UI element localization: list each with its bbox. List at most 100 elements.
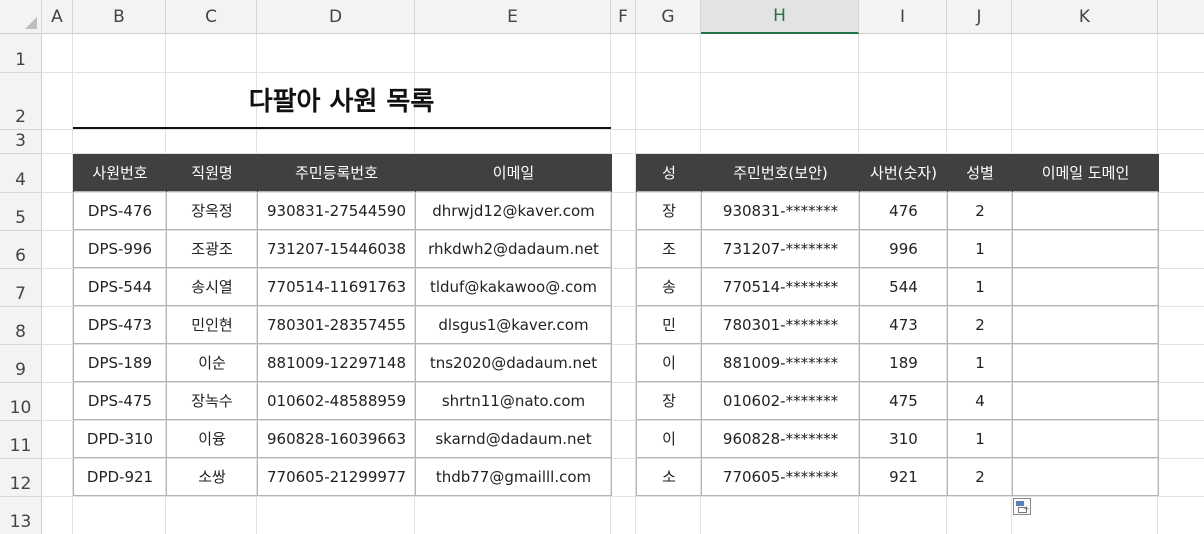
row-header-3[interactable]: 3 [0, 130, 42, 154]
cell-resident-number[interactable]: 770605-21299977 [257, 457, 416, 496]
cell-resident-number[interactable]: 960828-16039663 [257, 419, 416, 458]
cell-email[interactable]: skarnd@dadaum.net [415, 419, 612, 458]
cell-employee-name[interactable]: 민인현 [166, 305, 258, 344]
cell-surname[interactable]: 이 [636, 343, 702, 382]
cell-surname[interactable]: 조 [636, 229, 702, 268]
cell-employee-id[interactable]: DPS-189 [73, 343, 167, 382]
header-employee-number[interactable]: 사번(숫자) [859, 154, 948, 192]
cell-resident-number[interactable]: 930831-27544590 [257, 191, 416, 230]
row-header-4[interactable]: 4 [0, 154, 42, 193]
cell-masked-resident-number[interactable]: 881009-******* [701, 343, 860, 382]
cell-surname[interactable]: 장 [636, 381, 702, 420]
row-header-1[interactable]: 1 [0, 34, 42, 73]
cell-masked-resident-number[interactable]: 770605-******* [701, 457, 860, 496]
row-header-2[interactable]: 2 [0, 73, 42, 130]
cell-resident-number[interactable]: 731207-15446038 [257, 229, 416, 268]
cell-email-domain[interactable] [1012, 419, 1159, 458]
cell-employee-id[interactable]: DPD-310 [73, 419, 167, 458]
cell-gender[interactable]: 4 [947, 381, 1013, 420]
column-header-i[interactable]: I [859, 0, 947, 34]
column-header-c[interactable]: C [166, 0, 257, 34]
cell-surname[interactable]: 소 [636, 457, 702, 496]
cell-email[interactable]: tns2020@dadaum.net [415, 343, 612, 382]
header-email[interactable]: 이메일 [415, 154, 612, 192]
row-header-7[interactable]: 7 [0, 269, 42, 307]
row-header-6[interactable]: 6 [0, 231, 42, 269]
column-header-l[interactable] [1158, 0, 1204, 34]
cell-email[interactable]: dhrwjd12@kaver.com [415, 191, 612, 230]
column-header-k[interactable]: K [1012, 0, 1158, 34]
cell-employee-name[interactable]: 송시열 [166, 267, 258, 306]
cell-gender[interactable]: 2 [947, 191, 1013, 230]
cell-employee-number[interactable]: 544 [859, 267, 948, 306]
header-resident-number[interactable]: 주민등록번호 [257, 154, 416, 192]
cell-gender[interactable]: 1 [947, 343, 1013, 382]
cell-email-domain[interactable] [1012, 305, 1159, 344]
column-header-b[interactable]: B [73, 0, 166, 34]
row-header-5[interactable]: 5 [0, 193, 42, 231]
cell-employee-name[interactable]: 이순 [166, 343, 258, 382]
column-header-e[interactable]: E [415, 0, 611, 34]
sheet-title[interactable]: 다팔아 사원 목록 [73, 72, 610, 127]
cell-email[interactable]: thdb77@gmailll.com [415, 457, 612, 496]
header-email-domain[interactable]: 이메일 도메인 [1012, 154, 1159, 192]
cell-email-domain[interactable] [1012, 457, 1159, 496]
row-header-10[interactable]: 10 [0, 383, 42, 421]
cell-gender[interactable]: 1 [947, 267, 1013, 306]
cell-employee-id[interactable]: DPS-476 [73, 191, 167, 230]
cell-employee-name[interactable]: 장옥정 [166, 191, 258, 230]
header-gender[interactable]: 성별 [947, 154, 1013, 192]
cell-resident-number[interactable]: 770514-11691763 [257, 267, 416, 306]
header-employee-name[interactable]: 직원명 [166, 154, 258, 192]
cell-email-domain[interactable] [1012, 343, 1159, 382]
cell-surname[interactable]: 송 [636, 267, 702, 306]
cell-masked-resident-number[interactable]: 960828-******* [701, 419, 860, 458]
cell-gender[interactable]: 1 [947, 229, 1013, 268]
cell-employee-id[interactable]: DPS-473 [73, 305, 167, 344]
cell-surname[interactable]: 장 [636, 191, 702, 230]
cell-surname[interactable]: 이 [636, 419, 702, 458]
header-employee-id[interactable]: 사원번호 [73, 154, 167, 192]
cell-gender[interactable]: 2 [947, 457, 1013, 496]
column-header-j[interactable]: J [947, 0, 1012, 34]
header-surname[interactable]: 성 [636, 154, 702, 192]
select-all-button[interactable] [0, 0, 42, 34]
cell-employee-name[interactable]: 조광조 [166, 229, 258, 268]
cell-employee-number[interactable]: 473 [859, 305, 948, 344]
cell-masked-resident-number[interactable]: 731207-******* [701, 229, 860, 268]
row-header-11[interactable]: 11 [0, 421, 42, 459]
header-masked-resident-number[interactable]: 주민번호(보안) [701, 154, 860, 192]
cell-masked-resident-number[interactable]: 930831-******* [701, 191, 860, 230]
column-header-d[interactable]: D [257, 0, 415, 34]
cell-email-domain[interactable] [1012, 381, 1159, 420]
cell-email-domain[interactable] [1012, 229, 1159, 268]
cell-employee-number[interactable]: 475 [859, 381, 948, 420]
cell-resident-number[interactable]: 780301-28357455 [257, 305, 416, 344]
cell-employee-name[interactable]: 이융 [166, 419, 258, 458]
cell-resident-number[interactable]: 881009-12297148 [257, 343, 416, 382]
column-header-f[interactable]: F [611, 0, 636, 34]
cell-employee-number[interactable]: 310 [859, 419, 948, 458]
cell-employee-id[interactable]: DPS-544 [73, 267, 167, 306]
cell-employee-name[interactable]: 장녹수 [166, 381, 258, 420]
cell-employee-id[interactable]: DPD-921 [73, 457, 167, 496]
cell-employee-number[interactable]: 996 [859, 229, 948, 268]
cell-email[interactable]: shrtn11@nato.com [415, 381, 612, 420]
column-header-g[interactable]: G [636, 0, 701, 34]
cell-employee-name[interactable]: 소쌍 [166, 457, 258, 496]
cell-masked-resident-number[interactable]: 770514-******* [701, 267, 860, 306]
paste-options-icon[interactable]: + [1013, 498, 1031, 515]
cell-employee-number[interactable]: 476 [859, 191, 948, 230]
column-header-h[interactable]: H [701, 0, 859, 34]
cell-employee-id[interactable]: DPS-475 [73, 381, 167, 420]
cell-masked-resident-number[interactable]: 780301-******* [701, 305, 860, 344]
cell-email-domain[interactable] [1012, 267, 1159, 306]
row-header-12[interactable]: 12 [0, 459, 42, 497]
cell-employee-number[interactable]: 189 [859, 343, 948, 382]
cell-masked-resident-number[interactable]: 010602-******* [701, 381, 860, 420]
cell-gender[interactable]: 2 [947, 305, 1013, 344]
column-header-a[interactable]: A [42, 0, 73, 34]
cell-surname[interactable]: 민 [636, 305, 702, 344]
cell-gender[interactable]: 1 [947, 419, 1013, 458]
cell-email[interactable]: tlduf@kakawoo@.com [415, 267, 612, 306]
